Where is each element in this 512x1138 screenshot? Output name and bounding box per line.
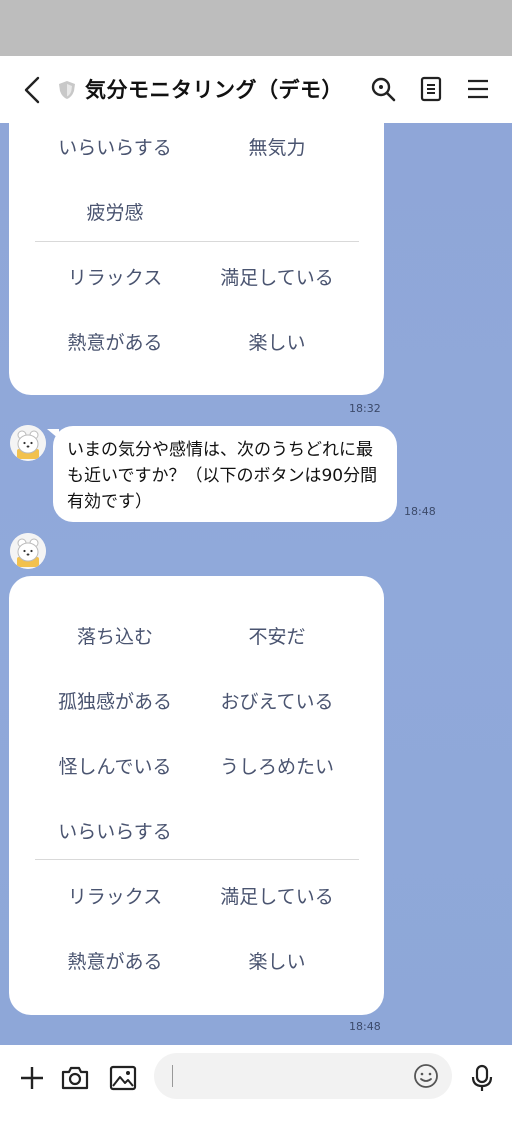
option-button[interactable]: 孤独感がある [58,687,172,714]
image-icon[interactable] [108,1063,138,1093]
emoji-icon[interactable] [412,1062,440,1090]
option-button[interactable]: おびえている [220,687,333,714]
chat-area[interactable]: いらいらする 無気力 疲労感 リラックス 満足している 熱意がある 楽しい 18… [0,123,512,1045]
plus-icon[interactable] [17,1063,47,1093]
back-icon[interactable] [18,73,48,107]
message-bubble[interactable]: いまの気分や感情は、次のうちどれに最も近いですか？（以下のボタンは90分間有効で… [53,426,397,522]
mic-icon[interactable] [467,1063,497,1093]
option-button[interactable]: 満足している [220,263,333,290]
message-compose-bar [0,1045,512,1138]
option-button[interactable]: 怪しんでいる [58,752,171,779]
option-button[interactable]: 無気力 [248,133,305,160]
avatar[interactable] [10,425,46,461]
divider [35,241,359,242]
chat-title: 気分モニタリング（デモ） [85,78,343,102]
notes-icon[interactable] [417,74,445,104]
shield-icon [59,81,75,99]
option-button[interactable]: 楽しい [248,947,305,974]
camera-icon[interactable] [60,1063,90,1093]
option-button[interactable]: いらいらする [58,817,172,844]
option-button[interactable]: リラックス [68,263,162,290]
timestamp: 18:32 [349,402,381,415]
option-button[interactable]: 熱意がある [67,947,162,974]
text-caret [172,1065,173,1087]
option-button[interactable]: うしろめたい [220,752,334,779]
option-button[interactable]: 楽しい [248,328,305,355]
menu-icon[interactable] [464,74,492,104]
option-button[interactable]: 満足している [220,882,333,909]
timestamp: 18:48 [349,1020,381,1033]
message-input[interactable] [154,1053,452,1099]
option-button[interactable]: 不安だ [248,622,305,649]
option-button[interactable]: 落ち込む [77,622,153,649]
status-bar [0,0,512,56]
option-card-2: 落ち込む 不安だ 孤独感がある おびえている 怪しんでいる うしろめたい いらい… [9,576,384,1015]
option-button[interactable]: 疲労感 [86,198,143,225]
option-button[interactable]: いらいらする [58,133,172,160]
timestamp: 18:48 [404,505,436,518]
bear-icon [10,425,46,461]
option-button[interactable]: 熱意がある [67,328,162,355]
divider [35,859,359,860]
avatar[interactable] [10,533,46,569]
search-icon[interactable] [369,74,397,104]
option-button[interactable]: リラックス [68,882,162,909]
bear-icon [10,533,46,569]
option-card-1: いらいらする 無気力 疲労感 リラックス 満足している 熱意がある 楽しい [9,123,384,395]
